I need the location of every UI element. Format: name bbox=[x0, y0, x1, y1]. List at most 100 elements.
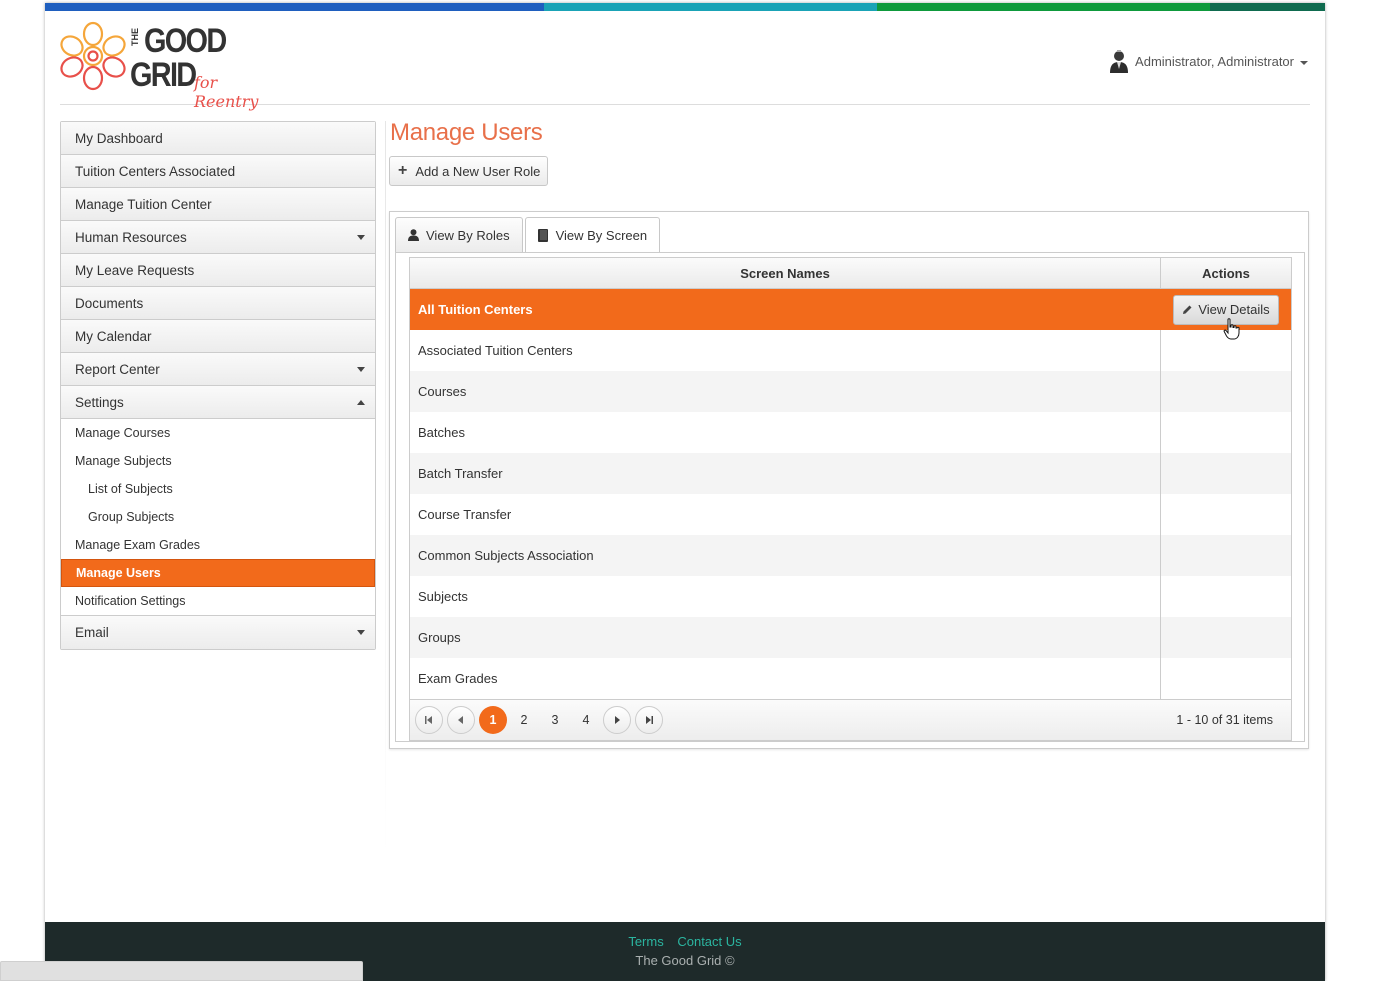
header: THE GOOD GRID for Reentry Administrator,… bbox=[60, 11, 1310, 111]
book-icon bbox=[537, 229, 548, 242]
grid-header: Screen Names Actions bbox=[410, 258, 1291, 289]
pager-info: 1 - 10 of 31 items bbox=[1176, 713, 1273, 727]
table-row[interactable]: Course Transfer bbox=[410, 494, 1291, 535]
sidebar-item-settings[interactable]: Settings bbox=[61, 386, 375, 419]
collapse-up-icon bbox=[357, 399, 365, 405]
sidebar-item-manage-tuition-center[interactable]: Manage Tuition Center bbox=[61, 188, 375, 221]
sidebar-subitem-label: Notification Settings bbox=[75, 594, 186, 608]
screen-name-cell: Common Subjects Association bbox=[410, 535, 1161, 576]
sidebar-subitem-manage-courses[interactable]: Manage Courses bbox=[61, 419, 375, 447]
actions-cell bbox=[1161, 576, 1291, 617]
expand-down-icon bbox=[357, 630, 365, 635]
user-avatar-icon bbox=[1110, 50, 1129, 73]
add-user-role-button[interactable]: + Add a New User Role bbox=[389, 156, 549, 186]
sidebar-subitem-manage-subjects[interactable]: Manage Subjects bbox=[61, 447, 375, 475]
table-row[interactable]: Common Subjects Association bbox=[410, 535, 1291, 576]
next-page-button[interactable] bbox=[603, 706, 631, 734]
hand-cursor-icon bbox=[1223, 318, 1240, 340]
table-row[interactable]: All Tuition Centers View Details bbox=[410, 289, 1291, 330]
table-row[interactable]: Associated Tuition Centers bbox=[410, 330, 1291, 371]
screen-name-cell: Course Transfer bbox=[410, 494, 1161, 535]
actions-cell bbox=[1161, 617, 1291, 658]
table-row[interactable]: Batches bbox=[410, 412, 1291, 453]
screen-name-cell: All Tuition Centers bbox=[410, 289, 1161, 330]
actions-cell bbox=[1161, 535, 1291, 576]
table-row[interactable]: Batch Transfer bbox=[410, 453, 1291, 494]
sidebar-item-email[interactable]: Email bbox=[61, 616, 375, 649]
tab-view-by-screen[interactable]: View By Screen bbox=[524, 217, 661, 253]
caret-down-icon bbox=[1300, 60, 1308, 65]
sidebar-item-my-dashboard[interactable]: My Dashboard bbox=[61, 122, 375, 155]
sidebar-subitem-manage-exam-grades[interactable]: Manage Exam Grades bbox=[61, 531, 375, 559]
last-page-icon bbox=[646, 716, 653, 724]
first-page-icon bbox=[425, 716, 432, 724]
sidebar-subitem-label: Manage Subjects bbox=[75, 454, 172, 468]
column-header-actions: Actions bbox=[1202, 265, 1250, 281]
page-number-3[interactable]: 3 bbox=[541, 706, 569, 734]
page-number-1[interactable]: 1 bbox=[479, 706, 507, 734]
user-roles-panel: View By Roles View By Screen Screen Name… bbox=[389, 211, 1309, 749]
page-number-4[interactable]: 4 bbox=[572, 706, 600, 734]
logo[interactable]: THE GOOD GRID for Reentry bbox=[60, 18, 275, 111]
sidebar-item-label: Manage Tuition Center bbox=[75, 196, 212, 212]
sidebar: My Dashboard Tuition Centers Associated … bbox=[60, 121, 376, 650]
screens-grid: Screen Names Actions All Tuition Centers… bbox=[409, 257, 1292, 741]
user-icon bbox=[408, 229, 419, 241]
tab-label: View By Roles bbox=[426, 227, 510, 243]
actions-cell bbox=[1161, 371, 1291, 412]
sidebar-subitem-notification-settings[interactable]: Notification Settings bbox=[61, 587, 375, 615]
last-page-button[interactable] bbox=[635, 706, 663, 734]
logo-the: THE bbox=[130, 28, 140, 46]
table-row[interactable]: Exam Grades bbox=[410, 658, 1291, 699]
sidebar-item-label: Email bbox=[75, 625, 109, 640]
settings-submenu: Manage Courses Manage Subjects List of S… bbox=[61, 419, 375, 616]
sidebar-item-label: Documents bbox=[75, 295, 144, 311]
terms-link[interactable]: Terms bbox=[628, 934, 663, 949]
vertical-divider bbox=[385, 121, 386, 856]
contact-us-link[interactable]: Contact Us bbox=[677, 934, 741, 949]
actions-cell bbox=[1161, 494, 1291, 535]
pager: 1 2 3 4 1 - 10 of 31 items bbox=[410, 699, 1291, 740]
page-container: THE GOOD GRID for Reentry Administrator,… bbox=[45, 3, 1325, 981]
tab-label: View By Screen bbox=[555, 228, 648, 243]
flower-logo-icon bbox=[60, 21, 126, 91]
plus-icon: + bbox=[398, 162, 408, 179]
sidebar-item-my-calendar[interactable]: My Calendar bbox=[61, 320, 375, 353]
prev-page-button[interactable] bbox=[447, 706, 475, 734]
sidebar-item-my-leave-requests[interactable]: My Leave Requests bbox=[61, 254, 375, 287]
sidebar-item-tuition-centers-associated[interactable]: Tuition Centers Associated bbox=[61, 155, 375, 188]
actions-cell bbox=[1161, 412, 1291, 453]
sidebar-subitem-manage-users[interactable]: Manage Users bbox=[61, 559, 375, 587]
page-title: Manage Users bbox=[390, 119, 543, 146]
page-number-2[interactable]: 2 bbox=[510, 706, 538, 734]
next-page-icon bbox=[615, 716, 620, 724]
screen-name-cell: Groups bbox=[410, 617, 1161, 658]
actions-cell bbox=[1161, 658, 1291, 699]
screen-name-cell: Exam Grades bbox=[410, 658, 1161, 699]
sidebar-item-report-center[interactable]: Report Center bbox=[61, 353, 375, 386]
column-header-screen-names[interactable]: Screen Names bbox=[410, 258, 1161, 288]
footer-links: Terms Contact Us bbox=[45, 922, 1325, 949]
pencil-icon bbox=[1183, 305, 1192, 314]
tab-strip: View By Roles View By Screen bbox=[395, 217, 661, 253]
sidebar-item-human-resources[interactable]: Human Resources bbox=[61, 221, 375, 254]
top-color-bar bbox=[45, 3, 1325, 11]
expand-down-icon bbox=[357, 366, 365, 372]
sidebar-item-documents[interactable]: Documents bbox=[61, 287, 375, 320]
sidebar-subitem-list-of-subjects[interactable]: List of Subjects bbox=[61, 475, 375, 503]
tab-content: Screen Names Actions All Tuition Centers… bbox=[395, 252, 1305, 742]
sidebar-subitem-label: Group Subjects bbox=[88, 510, 175, 524]
sidebar-item-label: Human Resources bbox=[75, 229, 187, 245]
sidebar-subitem-group-subjects[interactable]: Group Subjects bbox=[61, 503, 375, 531]
sidebar-item-label: My Dashboard bbox=[75, 130, 163, 146]
logo-tagline: for Reentry bbox=[194, 73, 259, 111]
first-page-button[interactable] bbox=[415, 706, 443, 734]
sidebar-subitem-label: Manage Courses bbox=[75, 426, 171, 440]
tab-view-by-roles[interactable]: View By Roles bbox=[395, 217, 523, 252]
sidebar-subitem-label: List of Subjects bbox=[88, 482, 173, 496]
table-row[interactable]: Groups bbox=[410, 617, 1291, 658]
table-row[interactable]: Subjects bbox=[410, 576, 1291, 617]
user-menu-label: Administrator, Administrator bbox=[1135, 53, 1294, 69]
user-menu[interactable]: Administrator, Administrator bbox=[1109, 49, 1308, 73]
table-row[interactable]: Courses bbox=[410, 371, 1291, 412]
